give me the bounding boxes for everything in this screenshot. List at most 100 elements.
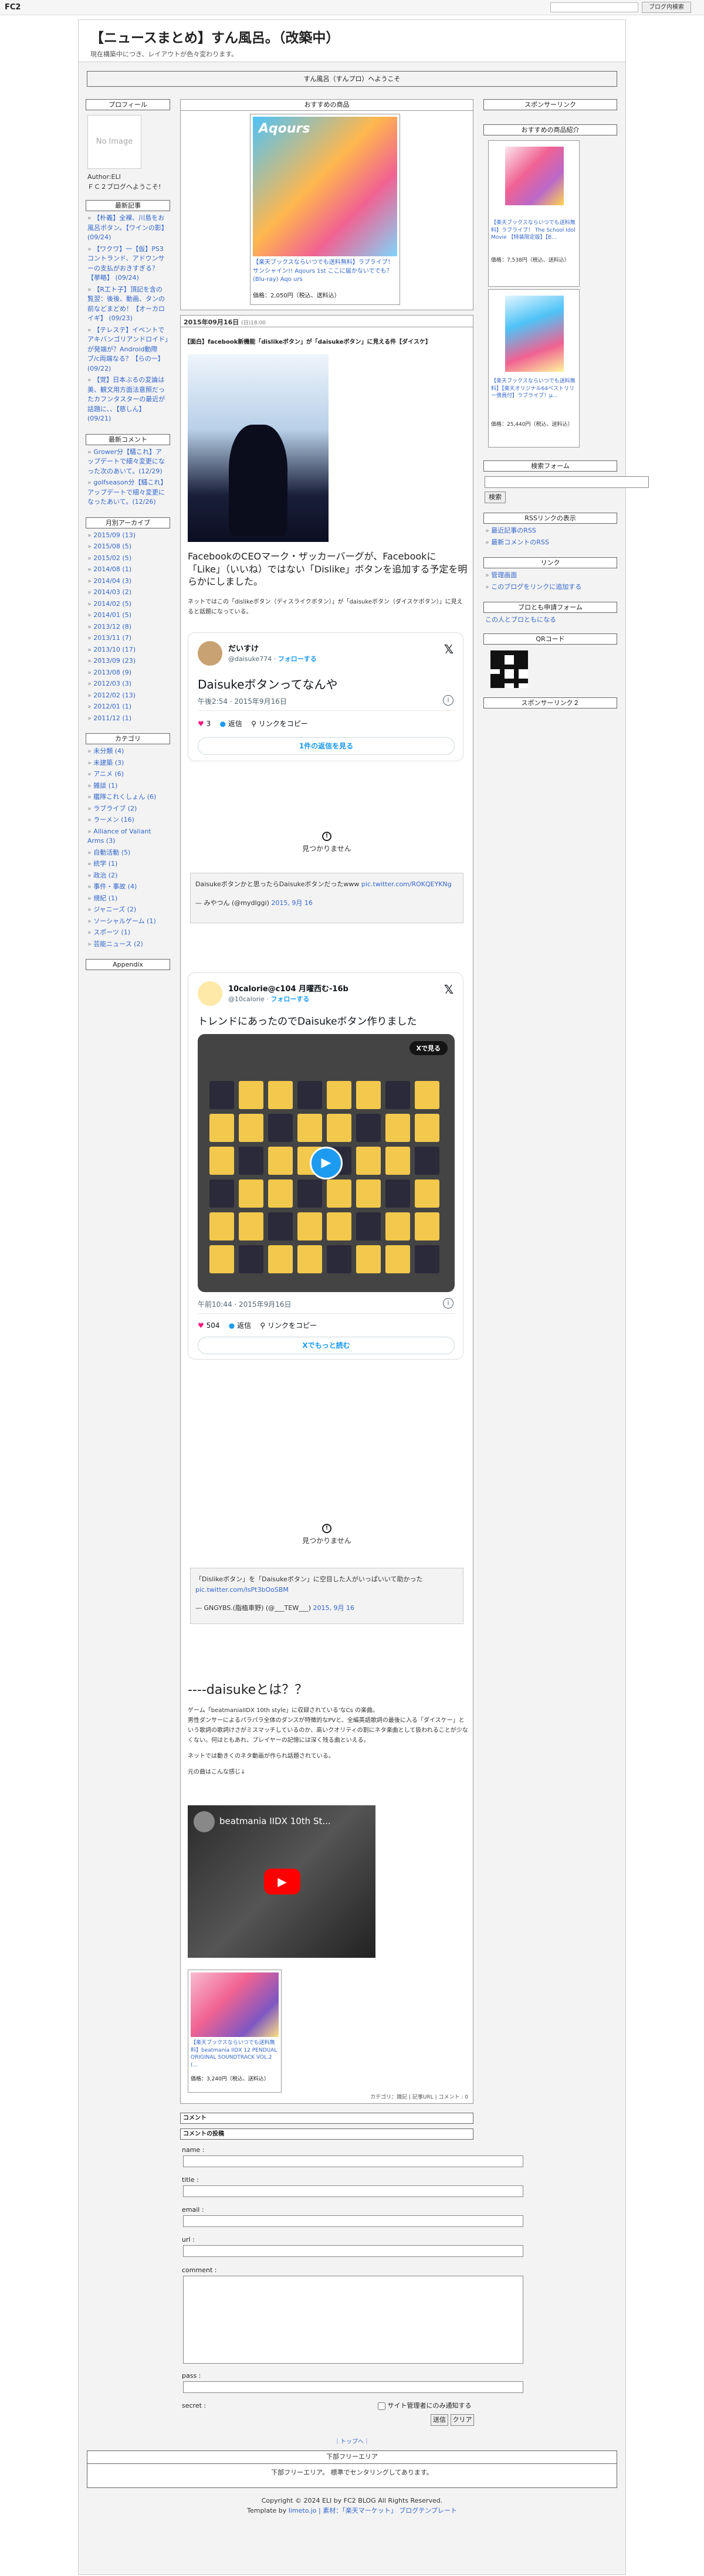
category-item[interactable]: 艦隊これくしょん (6) xyxy=(87,792,168,802)
archive-item[interactable]: 2014/02 (5) xyxy=(87,599,168,609)
secret-checkbox[interactable] xyxy=(378,2402,385,2410)
x-logo-icon[interactable]: 𝕏 xyxy=(444,982,453,996)
category-item[interactable]: Alliance of Valiant Arms (3) xyxy=(87,827,168,846)
watch-on-x-button[interactable]: Xで見る xyxy=(409,1041,448,1055)
info-icon[interactable]: i xyxy=(443,695,453,706)
quote-date[interactable]: 2015, 9月 16 xyxy=(271,899,312,907)
youtube-embed[interactable]: beatmania IIDX 10th St... ▶ xyxy=(188,1805,375,1958)
play-icon[interactable]: ▶ xyxy=(310,1147,343,1179)
avatar[interactable] xyxy=(198,641,222,666)
category-item[interactable]: ソーシャルゲーム (1) xyxy=(87,917,168,927)
category-item[interactable]: 規紀 (1) xyxy=(87,894,168,904)
rss-item[interactable]: 最近記事のRSS xyxy=(485,526,615,536)
follow-button[interactable]: フォローする xyxy=(270,995,309,1003)
fc2-search-input[interactable] xyxy=(550,2,638,12)
product-caption[interactable]: 【楽天ブックスならいつでも送料無料】【楽天オリジナル64ベストリリー傍員付】ラブ… xyxy=(491,378,578,400)
tweet-handle[interactable]: @daisuke774 xyxy=(228,655,272,663)
entry-product[interactable]: 【楽天ブックスならいつでも送料無料】beatmania IIDX 12 PEND… xyxy=(188,1970,282,2093)
archive-item[interactable]: 2014/01 (5) xyxy=(87,611,168,621)
archive-item[interactable]: 2014/03 (2) xyxy=(87,588,168,598)
link-icon[interactable]: ⚲ xyxy=(251,720,256,728)
category-item[interactable]: 統学 (1) xyxy=(87,859,168,869)
category-item[interactable]: 事件・事故 (4) xyxy=(87,882,168,892)
archive-item[interactable]: 2013/11 (7) xyxy=(87,633,168,643)
recent-comment-item[interactable]: Grower分【騒これ】アップデートで細々変更になった次のあいて。(12/29) xyxy=(87,448,168,477)
right-product-2[interactable]: 【楽天ブックスならいつでも送料無料】【楽天オリジナル64ベストリリー傍員付】ラブ… xyxy=(488,289,580,448)
archive-item[interactable]: 2013/10 (17) xyxy=(87,645,168,655)
link-item[interactable]: 管理画面 xyxy=(485,571,615,581)
template-link[interactable]: limeto.jo | 素材：「楽天マーケット」 ブログテンプレート xyxy=(289,2507,457,2514)
top-link[interactable]: ｜トップへ｜ xyxy=(79,2436,625,2445)
heart-icon[interactable]: ♥ xyxy=(198,1321,204,1330)
archive-item[interactable]: 2011/12 (1) xyxy=(87,714,168,724)
tweet-author[interactable]: 10calorie@c104 月曜西む-16b xyxy=(228,982,348,994)
tweet-author[interactable]: だいすけ xyxy=(228,642,259,653)
archive-item[interactable]: 2013/09 (23) xyxy=(87,656,168,666)
submit-button[interactable]: 送信 xyxy=(431,2414,448,2426)
category-item[interactable]: ラブライブ (2) xyxy=(87,804,168,814)
follow-button[interactable]: フォローする xyxy=(278,655,317,663)
recommend-product[interactable]: Aqours 【楽天ブックスならいつでも送料無料】ラブライブ！サンシャイン!! … xyxy=(250,114,400,305)
name-field[interactable] xyxy=(183,2155,523,2167)
pass-field[interactable] xyxy=(183,2381,523,2393)
comment-textarea[interactable] xyxy=(183,2276,523,2364)
recommend-caption[interactable]: 【楽天ブックスならいつでも送料無料】ラブライブ！サンシャイン!! Aqours … xyxy=(253,259,397,284)
rss-item[interactable]: 最新コメントのRSS xyxy=(485,538,615,548)
reply-icon[interactable]: ● xyxy=(229,1321,235,1330)
email-field[interactable] xyxy=(183,2215,523,2227)
category-item[interactable]: 未建築 (3) xyxy=(87,758,168,768)
youtube-play-icon[interactable]: ▶ xyxy=(264,1869,300,1894)
info-icon[interactable]: i xyxy=(443,1298,453,1309)
title-field[interactable] xyxy=(183,2185,523,2197)
reply-button[interactable]: 返信 xyxy=(237,1321,251,1330)
quote-link[interactable]: pic.twitter.com/ROKQEYKNg xyxy=(361,880,452,888)
search-button[interactable]: 検索 xyxy=(485,492,506,503)
link-icon[interactable]: ⚲ xyxy=(260,1321,265,1330)
archive-item[interactable]: 2012/03 (3) xyxy=(87,679,168,689)
fc2-logo[interactable]: FC2 xyxy=(5,3,21,12)
copy-link-button[interactable]: リンクをコピー xyxy=(268,1321,317,1330)
read-replies-button[interactable]: 1件の返信を見る xyxy=(198,737,455,755)
category-item[interactable]: 雑談 (1) xyxy=(87,781,168,791)
category-item[interactable]: ラーメン (16) xyxy=(87,815,168,825)
search-input[interactable] xyxy=(485,476,649,488)
recent-article-item[interactable]: 【R工ト子】頂記を含の覧翌：後後、動画、タンの前などまどめ！【オーカロイギ】 (… xyxy=(87,285,168,324)
blog-title[interactable]: 【ニュースまとめ】すん風呂。（改築中） xyxy=(90,26,339,46)
archive-item[interactable]: 2012/01 (1) xyxy=(87,702,168,712)
product-image[interactable] xyxy=(191,1972,279,2037)
recent-article-item[interactable]: 【テレステ】イベントでアキバンゴリアンドロイド」が発端が？Android動際ブ/… xyxy=(87,326,168,374)
heart-icon[interactable]: ♥ xyxy=(198,720,204,728)
read-more-button[interactable]: Xでもっと読む xyxy=(198,1337,455,1354)
category-item[interactable]: 政治 (2) xyxy=(87,871,168,881)
archive-item[interactable]: 2012/02 (13) xyxy=(87,691,168,701)
x-logo-icon[interactable]: 𝕏 xyxy=(444,642,453,656)
tweet-time[interactable]: 午前10:44 · 2015年9月16日 xyxy=(198,1299,291,1309)
tweet-video[interactable]: Xで見る ▶ xyxy=(198,1034,455,1292)
right-product-1[interactable]: 【楽天ブックスならいつでも送料無料】ラブライブ！ The School Idol… xyxy=(488,140,580,287)
recent-article-item[interactable]: 【ワクワ】一【仮】PS3コントランド、アドウンサーの支払がおきすぎる？【挙略】 … xyxy=(87,245,168,283)
product-image[interactable] xyxy=(505,296,564,372)
archive-item[interactable]: 2015/02 (5) xyxy=(87,554,168,564)
archive-item[interactable]: 2013/08 (9) xyxy=(87,668,168,678)
category-item[interactable]: スポーツ (1) xyxy=(87,928,168,938)
category-item[interactable]: 芸能ニュース (2) xyxy=(87,940,168,950)
reply-button[interactable]: 返信 xyxy=(228,720,242,728)
archive-item[interactable]: 2015/08 (5) xyxy=(87,542,168,552)
archive-item[interactable]: 2013/12 (8) xyxy=(87,622,168,632)
product-image[interactable]: Aqours xyxy=(253,117,397,256)
url-field[interactable] xyxy=(183,2245,523,2257)
copy-link-button[interactable]: リンクをコピー xyxy=(259,720,308,728)
channel-avatar[interactable] xyxy=(194,1811,215,1832)
video-title[interactable]: beatmania IIDX 10th St... xyxy=(219,1816,331,1826)
category-item[interactable]: 未分類 (4) xyxy=(87,747,168,757)
quote-date[interactable]: 2015, 9月 16 xyxy=(313,1604,354,1612)
link-item[interactable]: このブログをリンクに追加する xyxy=(485,582,615,592)
product-image[interactable] xyxy=(505,147,564,205)
friend-link[interactable]: この人とブロともになる xyxy=(485,616,556,623)
product-caption[interactable]: 【楽天ブックスならいつでも送料無料】beatmania IIDX 12 PEND… xyxy=(191,2039,279,2069)
fc2-search-button[interactable]: ブログ内検索 xyxy=(642,2,691,13)
recent-comment-item[interactable]: golfseason分【騒これ】アップデートで細々変更になったあいて。(12/2… xyxy=(87,478,168,507)
recent-article-item[interactable]: 【覚】日本ぶるの変論は美、観文用方面法意照だったカフンタスターの最近が話題に、、… xyxy=(87,375,168,424)
clear-button[interactable]: クリア xyxy=(451,2414,474,2426)
category-item[interactable]: 自動活動 (5) xyxy=(87,848,168,858)
